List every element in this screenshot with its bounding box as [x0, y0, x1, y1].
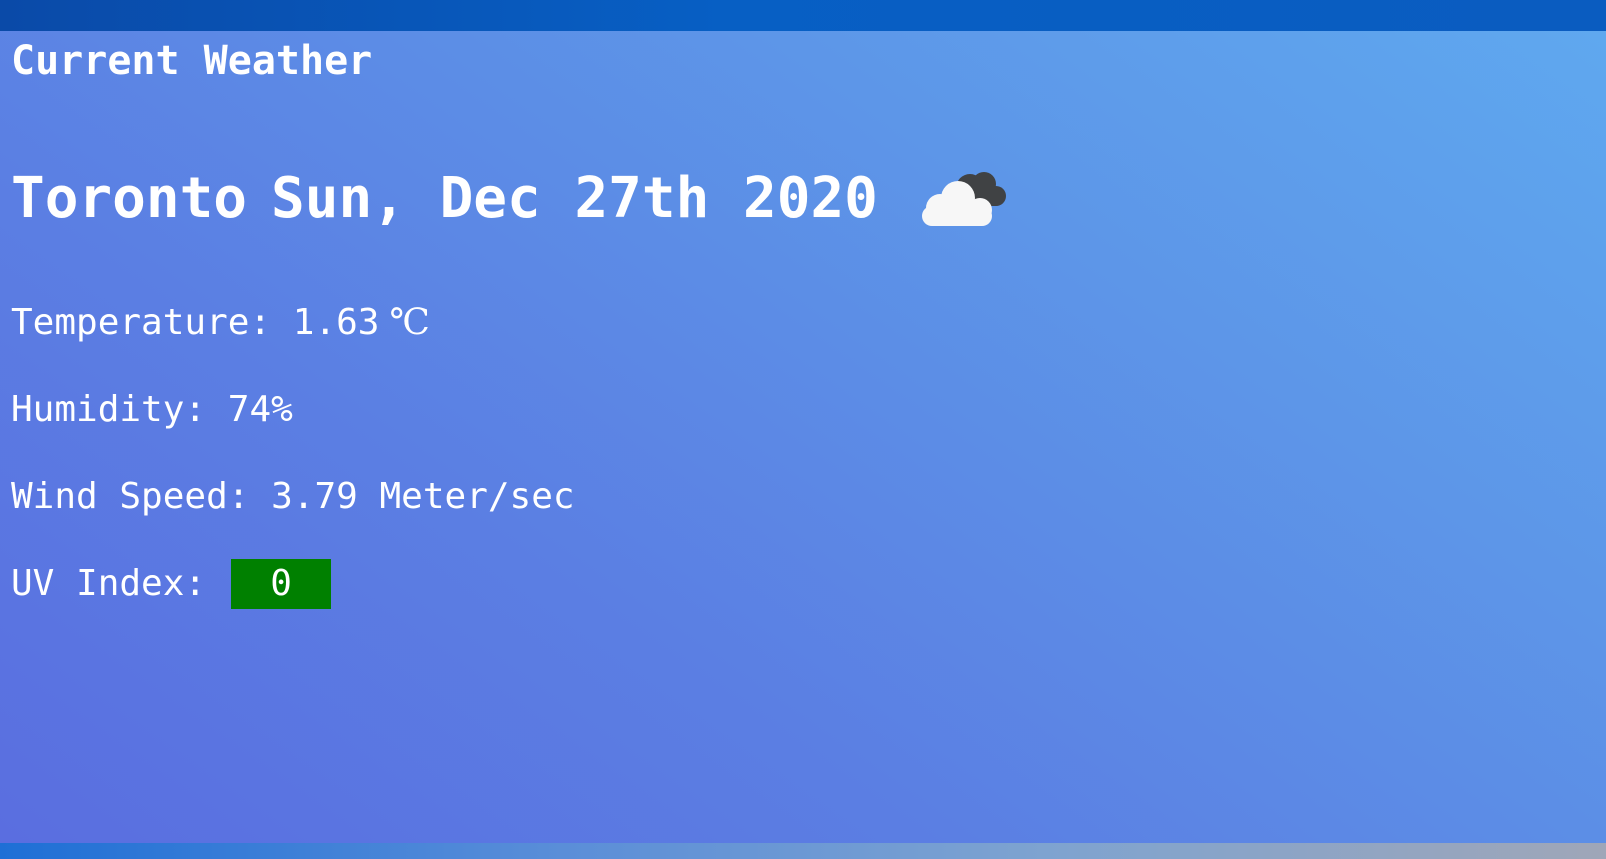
current-date: Sun, Dec 27th 2020 [271, 166, 878, 231]
temperature-label: Temperature: [11, 302, 272, 343]
uv-index-badge: 0 [231, 559, 332, 609]
wind-speed-value: 3.79 [271, 476, 358, 517]
humidity-row: Humidity: 74% [11, 388, 293, 432]
uv-index-label: UV Index: [11, 563, 207, 604]
window-top-strip [0, 0, 1606, 31]
temperature-row: Temperature: 1.63 ℃ [11, 301, 430, 345]
temperature-unit: ℃ [389, 302, 430, 343]
wind-speed-row: Wind Speed: 3.79 Meter/sec [11, 475, 575, 519]
temperature-value: 1.63 [292, 302, 380, 343]
city-name: Toronto [11, 166, 248, 231]
window-bottom-strip [0, 843, 1606, 859]
humidity-value: 74% [227, 389, 293, 430]
location-header: Toronto Sun, Dec 27th 2020 [11, 164, 1010, 234]
wind-speed-label: Wind Speed: [11, 476, 250, 517]
humidity-label: Humidity: [11, 389, 207, 430]
uv-index-row: UV Index: 0 [11, 559, 332, 609]
weather-panel: Current Weather Toronto Sun, Dec 27th 20… [0, 31, 1606, 843]
wind-speed-unit: Meter/sec [379, 476, 575, 517]
page-title: Current Weather [11, 38, 373, 84]
cloudy-icon [921, 172, 1006, 226]
